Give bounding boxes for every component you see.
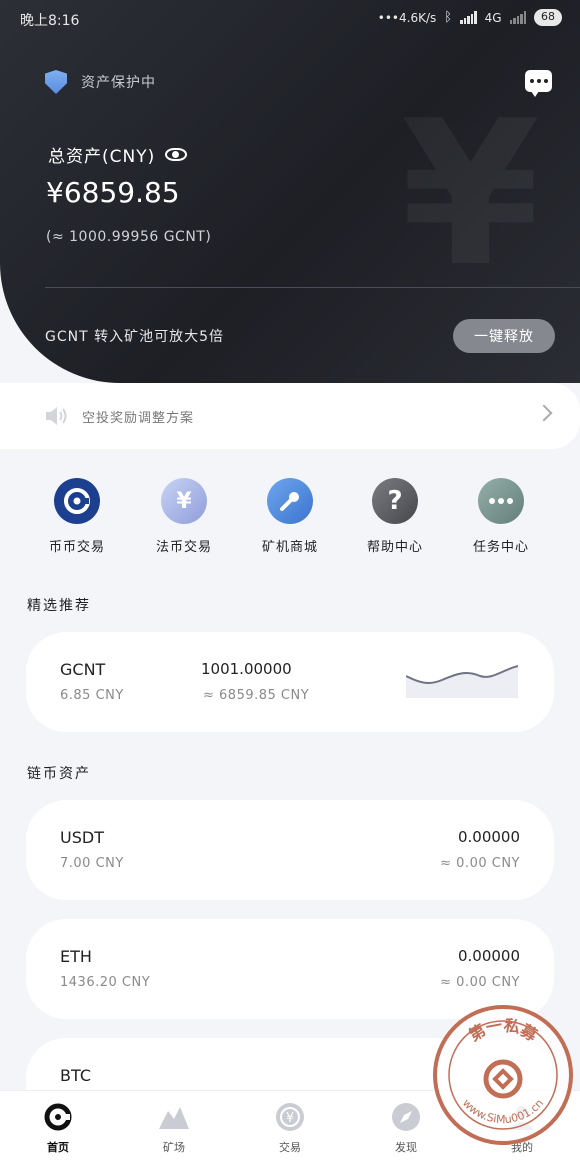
home-icon xyxy=(42,1101,74,1133)
nav-home[interactable]: 首页 xyxy=(18,1101,98,1155)
mining-promo-text: GCNT 转入矿池可放大5倍 xyxy=(45,329,225,345)
action-label: 币币交易 xyxy=(48,540,105,555)
coin-symbol: GCNT xyxy=(60,660,106,679)
action-help-center[interactable]: ? 帮助中心 xyxy=(340,478,450,555)
action-label: 帮助中心 xyxy=(366,540,423,555)
total-asset-value: ¥6859.85 xyxy=(46,176,180,209)
quick-actions: 币币交易 ¥ 法币交易 矿机商城 ? 帮助中心 任务中心 xyxy=(0,478,580,558)
nav-discover[interactable]: 发现 xyxy=(366,1101,446,1155)
status-indicators: •••4.6K/s ᛒ 4G 68 xyxy=(378,9,562,26)
action-label: 法币交易 xyxy=(155,540,212,555)
asset-header: ¥ 晚上8:16 •••4.6K/s ᛒ 4G 68 资产保护中 总资产(CNY… xyxy=(0,0,580,383)
total-asset-approx: (≈ 1000.99956 GCNT) xyxy=(46,229,212,245)
help-icon: ? xyxy=(372,478,418,524)
signal-secondary-icon xyxy=(509,11,526,24)
coin-approx-value: ≈ 6859.85 CNY xyxy=(203,688,310,703)
network-type: 4G xyxy=(484,10,502,25)
nav-label: 发现 xyxy=(395,1141,417,1154)
header-divider xyxy=(45,287,580,288)
status-bar: 晚上8:16 •••4.6K/s ᛒ 4G 68 xyxy=(0,0,580,40)
svg-text:¥: ¥ xyxy=(286,1111,294,1126)
action-fiat-exchange[interactable]: ¥ 法币交易 xyxy=(129,478,239,555)
asset-protection-row: 资产保护中 xyxy=(45,70,156,94)
network-speed: •••4.6K/s xyxy=(377,10,437,25)
miner-icon xyxy=(267,478,313,524)
eye-icon[interactable] xyxy=(165,148,188,161)
shield-icon xyxy=(45,70,67,94)
action-label: 矿机商城 xyxy=(261,540,318,555)
coin-price: 7.00 CNY xyxy=(60,856,124,871)
action-task-center[interactable]: 任务中心 xyxy=(446,478,556,555)
featured-card-gcnt[interactable]: GCNT 6.85 CNY 1001.00000 ≈ 6859.85 CNY xyxy=(26,632,554,732)
status-time: 晚上8:16 xyxy=(20,13,80,29)
chevron-right-icon xyxy=(535,404,553,422)
coin-amount: 1001.00000 xyxy=(201,660,292,678)
svg-text:第一私募: 第一私募 xyxy=(465,1016,541,1046)
coin-price: 1436.20 CNY xyxy=(60,975,151,990)
svg-text:www.SiMu001.cn: www.SiMu001.cn xyxy=(460,1097,546,1127)
signal-icon xyxy=(460,11,477,24)
coin-amount: 0.00000 xyxy=(457,828,520,846)
coin-symbol: USDT xyxy=(60,828,104,847)
total-asset-label-row: 总资产(CNY) xyxy=(48,142,188,167)
asset-card-eth[interactable]: ETH 1436.20 CNY 0.00000 ≈ 0.00 CNY xyxy=(26,919,554,1019)
nav-label: 矿场 xyxy=(163,1141,185,1154)
watermark-seal: 第一私募 www.SiMu001.cn xyxy=(433,1005,573,1145)
nav-label: 交易 xyxy=(279,1141,301,1154)
coin-amount: 0.00000 xyxy=(457,947,520,965)
action-label: 任务中心 xyxy=(472,540,529,555)
coin-approx-value: ≈ 0.00 CNY xyxy=(440,856,520,871)
action-miner-shop[interactable]: 矿机商城 xyxy=(235,478,345,555)
trade-icon: ¥ xyxy=(274,1101,306,1133)
yen-watermark-icon: ¥ xyxy=(400,78,540,311)
message-icon[interactable] xyxy=(525,70,552,97)
yen-icon: ¥ xyxy=(161,478,207,524)
announcement-bar[interactable]: 空投奖励调整方案 xyxy=(0,383,580,449)
assets-section-title: 链币资产 xyxy=(27,766,91,782)
mountain-icon xyxy=(158,1101,190,1133)
bluetooth-icon: ᛒ xyxy=(444,10,453,25)
asset-card-usdt[interactable]: USDT 7.00 CNY 0.00000 ≈ 0.00 CNY xyxy=(26,800,554,900)
action-coin-exchange[interactable]: 币币交易 xyxy=(22,478,132,555)
coin-symbol: BTC xyxy=(60,1066,91,1085)
coin-symbol: ETH xyxy=(60,947,92,966)
compass-icon xyxy=(390,1101,422,1133)
coin-approx-value: ≈ 0.00 CNY xyxy=(440,975,520,990)
coin-price: 6.85 CNY xyxy=(60,688,124,703)
nav-trade[interactable]: ¥ 交易 xyxy=(250,1101,330,1155)
speaker-icon xyxy=(46,407,67,425)
featured-section-title: 精选推荐 xyxy=(27,598,91,614)
total-asset-label: 总资产(CNY) xyxy=(48,147,156,167)
announcement-text: 空投奖励调整方案 xyxy=(82,411,195,426)
more-icon xyxy=(478,478,524,524)
protection-label: 资产保护中 xyxy=(81,75,156,91)
watermark-seal-text: 第一私募 www.SiMu001.cn xyxy=(448,1016,558,1130)
one-click-release-button[interactable]: 一键释放 xyxy=(453,319,555,353)
battery-icon: 68 xyxy=(534,9,562,26)
sparkline-chart xyxy=(406,665,518,698)
nav-mining[interactable]: 矿场 xyxy=(134,1101,214,1155)
coin-exchange-icon xyxy=(54,478,100,524)
nav-label: 首页 xyxy=(47,1141,69,1154)
